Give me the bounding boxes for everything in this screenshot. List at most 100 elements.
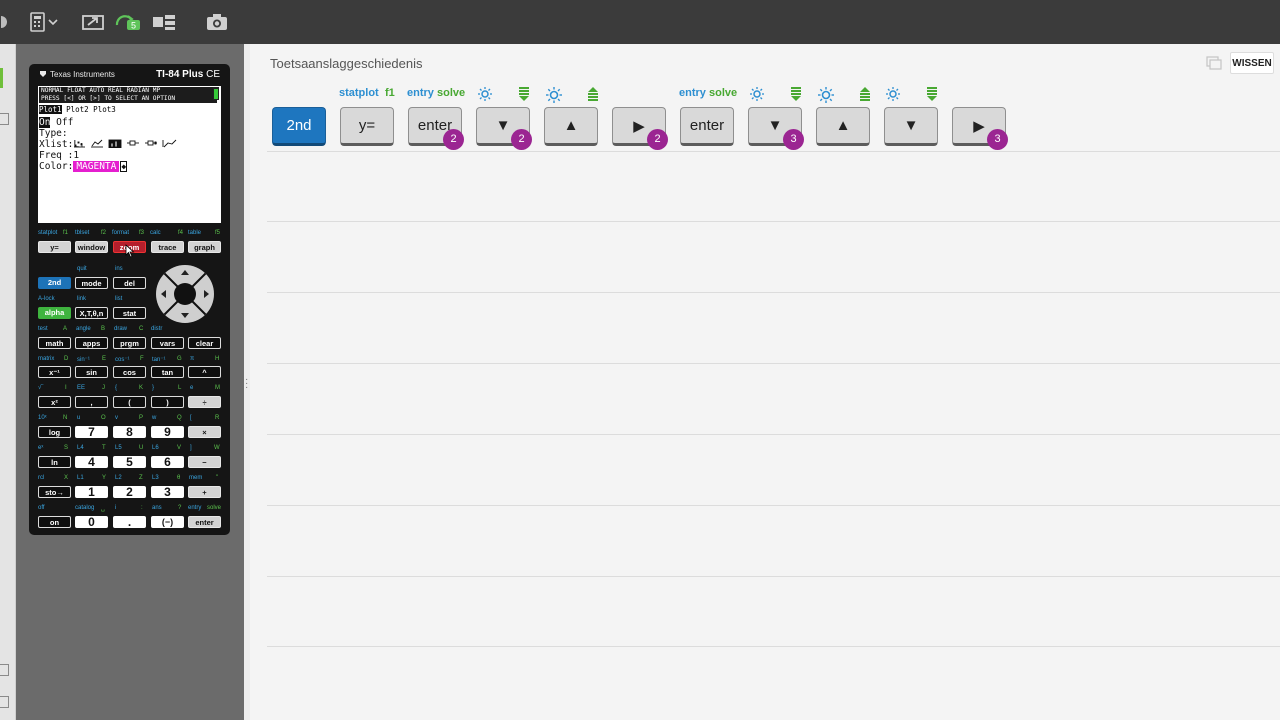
sub-off: off <box>38 505 45 511</box>
history-key-2nd[interactable]: 2nd <box>272 107 326 146</box>
sub-tenx: 10ˣ <box>38 415 47 421</box>
key-on[interactable]: on <box>38 516 71 528</box>
sub-tblset: tblset <box>75 230 90 236</box>
history-key-up[interactable]: ▲ <box>816 107 870 146</box>
expand-icon[interactable] <box>0 664 9 676</box>
key-power[interactable]: ^ <box>188 366 221 378</box>
connect-calculator-icon[interactable]: 5 <box>114 8 142 36</box>
sub-distr: distr <box>151 326 163 332</box>
key-0[interactable]: 0 <box>75 516 108 528</box>
key-negative[interactable]: (−) <box>151 516 184 528</box>
document-icon[interactable] <box>0 113 9 125</box>
sub-I: I <box>65 385 67 391</box>
key-3[interactable]: 3 <box>151 486 184 498</box>
key-plus[interactable]: + <box>188 486 221 498</box>
sub-calc: calc <box>150 230 161 236</box>
key-prgm[interactable]: prgm <box>113 337 146 349</box>
key-apps[interactable]: apps <box>75 337 108 349</box>
up-arrow-icon[interactable] <box>181 270 189 275</box>
key-window[interactable]: window <box>75 241 108 253</box>
key-8[interactable]: 8 <box>113 426 146 438</box>
sub-f2: f2 <box>101 230 107 236</box>
key-y-equals[interactable]: y= <box>38 241 71 253</box>
right-arrow-icon: ▶ <box>633 117 645 135</box>
key-minus[interactable]: − <box>188 456 221 468</box>
sub-G: G <box>177 356 182 362</box>
down-arrow-icon[interactable] <box>181 313 189 318</box>
key-alpha[interactable]: alpha <box>38 307 71 319</box>
key-1[interactable]: 1 <box>75 486 108 498</box>
key-right-paren[interactable]: ) <box>151 396 184 408</box>
key-7[interactable]: 7 <box>75 426 108 438</box>
sub-L1: L1 <box>77 475 84 481</box>
clear-history-button[interactable]: WISSEN <box>1230 52 1274 74</box>
history-key-enter[interactable]: enter <box>680 107 734 146</box>
key-5[interactable]: 5 <box>113 456 146 468</box>
screenshot-icon[interactable] <box>203 8 231 36</box>
key-math[interactable]: math <box>38 337 71 349</box>
key-log[interactable]: log <box>38 426 71 438</box>
key-6[interactable]: 6 <box>151 456 184 468</box>
key-store[interactable]: sto→ <box>38 486 71 498</box>
page-icon[interactable] <box>0 696 9 708</box>
sub-pi: π <box>190 356 195 362</box>
history-key-6-top-green: solve <box>709 87 738 99</box>
row-divider <box>267 221 1280 222</box>
key-stat[interactable]: stat <box>113 307 146 319</box>
repeat-badge: 2 <box>511 129 532 150</box>
right-arrow-icon: ▶ <box>973 117 985 135</box>
calculator-model: TI-84 Plus CE <box>156 69 220 80</box>
sub-R: R <box>215 415 220 421</box>
key-sin[interactable]: sin <box>75 366 108 378</box>
key-divide[interactable]: ÷ <box>188 396 221 408</box>
key-enter[interactable]: enter <box>188 516 221 528</box>
key-decimal[interactable]: . <box>113 516 146 528</box>
plot-type-icons <box>74 139 177 149</box>
arrow-dpad[interactable] <box>156 265 214 323</box>
key-ln[interactable]: ln <box>38 456 71 468</box>
history-key-y-equals[interactable]: y= <box>340 107 394 146</box>
key-graph[interactable]: graph <box>188 241 221 253</box>
sub-catalog: catalog <box>75 505 95 511</box>
key-multiply[interactable]: × <box>188 426 221 438</box>
sub-cosinv: cos⁻¹ <box>115 357 130 363</box>
screen-hint-line: PRESS [<] OR [>] TO SELECT AN OPTION <box>39 95 217 103</box>
send-to-calculator-icon[interactable] <box>80 8 106 36</box>
key-vars[interactable]: vars <box>151 337 184 349</box>
sub-V: V <box>177 445 182 451</box>
key-clear[interactable]: clear <box>188 337 221 349</box>
key-4[interactable]: 4 <box>75 456 108 468</box>
history-key-up[interactable]: ▲ <box>544 107 598 146</box>
key-trace[interactable]: trace <box>151 241 184 253</box>
key-left-paren[interactable]: ( <box>113 396 146 408</box>
panel-splitter-handle[interactable]: · · · <box>245 375 248 393</box>
sub-M: M <box>215 385 220 391</box>
layout-icon[interactable] <box>150 8 178 36</box>
brightness-icon <box>546 87 562 108</box>
history-key-down[interactable]: ▼ <box>884 107 938 146</box>
key-comma[interactable]: , <box>75 396 108 408</box>
row-divider <box>267 434 1280 435</box>
right-arrow-icon[interactable] <box>204 290 209 298</box>
sub-mem: mem <box>189 475 203 481</box>
sub-table: table <box>188 230 202 236</box>
key-9[interactable]: 9 <box>151 426 184 438</box>
sub-W: W <box>214 445 220 451</box>
sub-L2: L2 <box>115 475 122 481</box>
calculator-menu-icon[interactable] <box>28 8 62 36</box>
key-2[interactable]: 2 <box>113 486 146 498</box>
key-x-squared[interactable]: x² <box>38 396 71 408</box>
key-tan[interactable]: tan <box>151 366 184 378</box>
key-x-inverse[interactable]: x⁻¹ <box>38 366 71 378</box>
key-mode[interactable]: mode <box>75 277 108 289</box>
key-cos[interactable]: cos <box>113 366 146 378</box>
copy-icon[interactable] <box>1206 56 1222 70</box>
sub-ex: eˣ <box>38 445 44 451</box>
key-2nd[interactable]: 2nd <box>38 277 71 289</box>
sub-L5: L5 <box>115 445 122 451</box>
key-del[interactable]: del <box>113 277 146 289</box>
left-arrow-icon[interactable] <box>161 290 166 298</box>
up-arrow-icon: ▲ <box>563 117 579 134</box>
sub-taninv: tan⁻¹ <box>152 357 166 363</box>
key-xtn[interactable]: X,T,θ,n <box>75 307 108 319</box>
